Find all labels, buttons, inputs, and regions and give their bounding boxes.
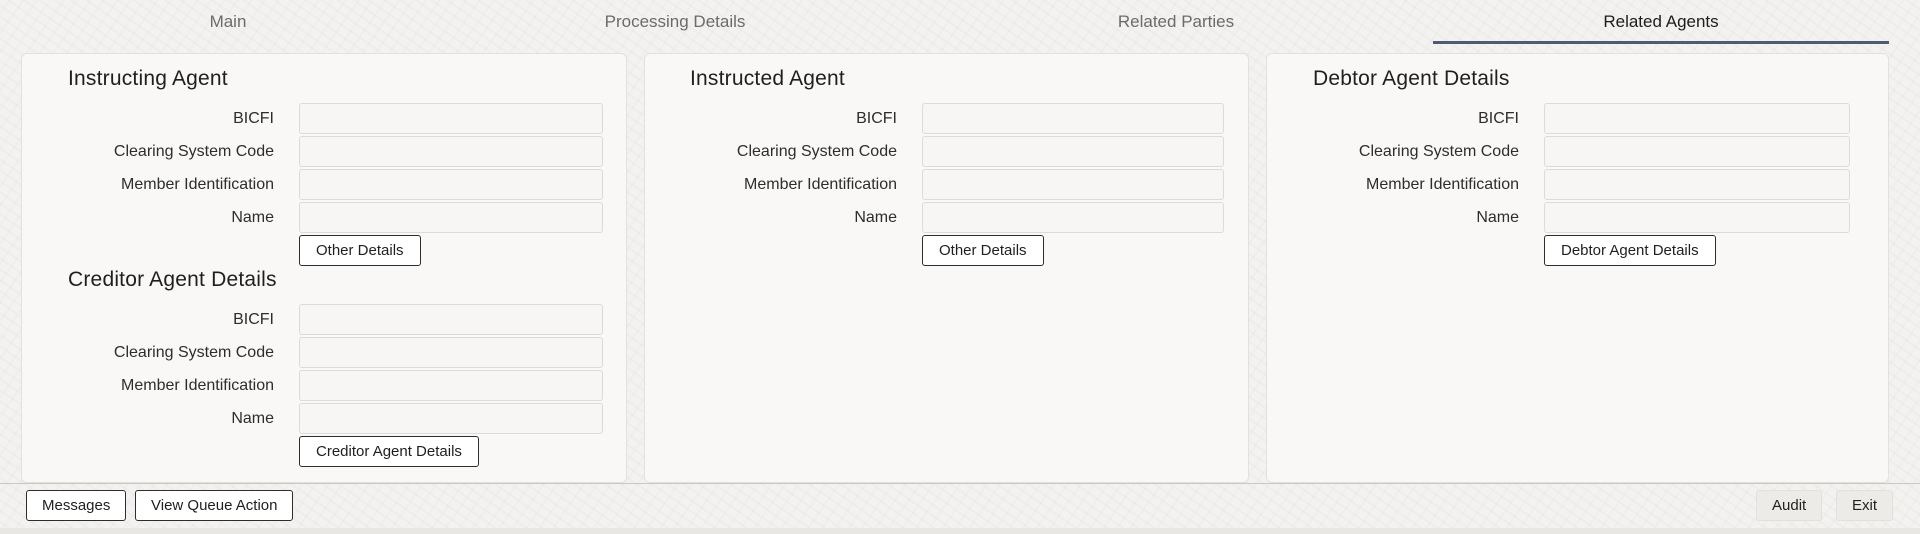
tab-bar: Main Processing Details Related Parties … xyxy=(0,0,1920,46)
instructed-agent-member-identification-input[interactable] xyxy=(922,169,1224,200)
creditor-agent-name-input[interactable] xyxy=(299,403,603,434)
instructing-agent-bicfi-input[interactable] xyxy=(299,103,603,134)
creditor-agent-clearing-system-code-input[interactable] xyxy=(299,337,603,368)
tab-label: Main xyxy=(209,12,247,31)
tab-related-agents[interactable]: Related Agents xyxy=(1433,0,1889,46)
section-title-debtor-agent: Debtor Agent Details xyxy=(1313,67,1510,90)
panel-instructing-agent: Instructing Agent BICFI Clearing System … xyxy=(21,53,627,483)
label-clearing-system-code: Clearing System Code xyxy=(1358,143,1519,160)
label-name: Name xyxy=(854,209,897,226)
section-title-creditor-agent: Creditor Agent Details xyxy=(68,268,277,291)
creditor-agent-details-button[interactable]: Creditor Agent Details xyxy=(299,436,479,467)
instructing-agent-clearing-system-code-input[interactable] xyxy=(299,136,603,167)
debtor-agent-bicfi-input[interactable] xyxy=(1544,103,1850,134)
label-member-identification: Member Identification xyxy=(1366,176,1519,193)
panel-debtor-agent: Debtor Agent Details BICFI Clearing Syst… xyxy=(1266,53,1889,483)
instructed-agent-clearing-system-code-input[interactable] xyxy=(922,136,1224,167)
tab-label: Related Agents xyxy=(1603,12,1719,31)
exit-button[interactable]: Exit xyxy=(1836,490,1894,521)
instructing-agent-other-details-button[interactable]: Other Details xyxy=(299,235,421,266)
debtor-agent-member-identification-input[interactable] xyxy=(1544,169,1850,200)
section-title-instructing-agent: Instructing Agent xyxy=(68,67,228,90)
tab-processing-details[interactable]: Processing Details xyxy=(447,0,903,46)
messages-button[interactable]: Messages xyxy=(26,490,127,521)
label-name: Name xyxy=(231,410,274,427)
label-bicfi: BICFI xyxy=(233,311,274,328)
tab-label: Processing Details xyxy=(604,12,746,31)
instructed-agent-bicfi-input[interactable] xyxy=(922,103,1224,134)
label-member-identification: Member Identification xyxy=(744,176,897,193)
label-clearing-system-code: Clearing System Code xyxy=(113,143,274,160)
panel-instructed-agent: Instructed Agent BICFI Clearing System C… xyxy=(644,53,1249,483)
debtor-agent-clearing-system-code-input[interactable] xyxy=(1544,136,1850,167)
label-member-identification: Member Identification xyxy=(121,176,274,193)
debtor-agent-name-input[interactable] xyxy=(1544,202,1850,233)
label-name: Name xyxy=(231,209,274,226)
instructed-agent-name-input[interactable] xyxy=(922,202,1224,233)
instructing-agent-name-input[interactable] xyxy=(299,202,603,233)
label-bicfi: BICFI xyxy=(1478,110,1519,127)
tab-main[interactable]: Main xyxy=(0,0,456,46)
view-queue-action-button[interactable]: View Queue Action xyxy=(135,490,294,521)
debtor-agent-details-button[interactable]: Debtor Agent Details xyxy=(1544,235,1716,266)
section-title-instructed-agent: Instructed Agent xyxy=(690,67,845,90)
label-member-identification: Member Identification xyxy=(121,377,274,394)
creditor-agent-member-identification-input[interactable] xyxy=(299,370,603,401)
footer-bottom-strip xyxy=(0,528,1920,534)
tab-related-parties[interactable]: Related Parties xyxy=(948,0,1404,46)
label-clearing-system-code: Clearing System Code xyxy=(736,143,897,160)
label-bicfi: BICFI xyxy=(233,110,274,127)
label-name: Name xyxy=(1476,209,1519,226)
instructed-agent-other-details-button[interactable]: Other Details xyxy=(922,235,1044,266)
instructing-agent-member-identification-input[interactable] xyxy=(299,169,603,200)
audit-button[interactable]: Audit xyxy=(1756,490,1823,521)
tab-label: Related Parties xyxy=(1117,12,1235,31)
creditor-agent-bicfi-input[interactable] xyxy=(299,304,603,335)
label-bicfi: BICFI xyxy=(856,110,897,127)
label-clearing-system-code: Clearing System Code xyxy=(113,344,274,361)
